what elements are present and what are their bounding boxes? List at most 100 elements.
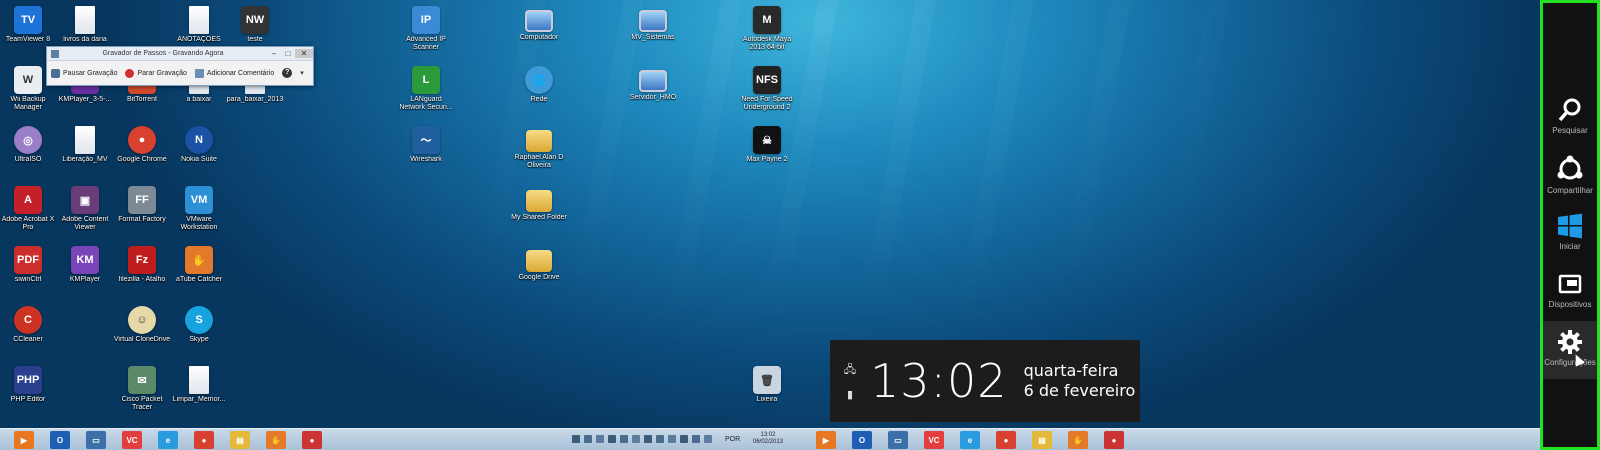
desktop-icon[interactable]: ☺ Virtual CloneDrive bbox=[113, 306, 171, 344]
desktop-icon[interactable]: ✉ Cisco Packet Tracer bbox=[113, 366, 171, 412]
desktop-icon[interactable]: Fz filezilla - Atalho bbox=[113, 246, 171, 284]
desktop-icon[interactable]: My Shared Folder bbox=[510, 186, 568, 222]
desktop-icon[interactable]: Liberação_MV bbox=[56, 126, 114, 164]
app-tray-icon[interactable] bbox=[608, 435, 616, 443]
desktop-icon[interactable]: 🌐 Rede bbox=[510, 66, 568, 104]
chrome-icon[interactable]: ● bbox=[194, 431, 214, 449]
desktop-icon[interactable]: S Skype bbox=[170, 306, 228, 344]
charm-devices[interactable]: Dispositivos bbox=[1543, 263, 1597, 321]
minimize-button[interactable]: – bbox=[267, 49, 281, 58]
charms-bar: Pesquisar Compartilhar Iniciar Dispositi… bbox=[1540, 0, 1600, 450]
desktop-icon-label: Adobe Acrobat X Pro bbox=[1, 216, 55, 231]
outlook-icon[interactable]: O bbox=[50, 431, 70, 449]
close-button[interactable]: ✕ bbox=[295, 49, 313, 58]
desktop-icon[interactable]: A Adobe Acrobat X Pro bbox=[0, 186, 57, 232]
desktop-icon[interactable]: livros da daria bbox=[56, 6, 114, 44]
desktop-icon[interactable]: IP Advanced IP Scanner bbox=[397, 6, 455, 52]
desktop-icon[interactable]: ◎ UltraISO bbox=[0, 126, 57, 164]
desktop-icon[interactable]: Computador bbox=[510, 6, 568, 42]
charm-share[interactable]: Compartilhar bbox=[1543, 147, 1597, 205]
steps-recorder-icon[interactable]: ● bbox=[1104, 431, 1124, 449]
help-icon[interactable]: ? bbox=[282, 68, 293, 78]
chrome-icon[interactable]: ● bbox=[996, 431, 1016, 449]
taskbar: ▶ O ▭ VC e ● ▤ ✋ ● POR 13:02 06/02/2013 ▶ O ▭ VC e ● ▤… bbox=[0, 428, 1540, 450]
input-language[interactable]: POR bbox=[725, 436, 740, 443]
battery-icon[interactable] bbox=[692, 435, 700, 443]
desktop-icon[interactable]: Servidor_HMO bbox=[624, 66, 682, 102]
chevron-up-icon[interactable] bbox=[572, 435, 580, 443]
app-tray-icon[interactable] bbox=[644, 435, 652, 443]
desktop-icon[interactable]: TV TeamViewer 8 bbox=[0, 6, 57, 44]
desktop-icon[interactable]: Google Drive bbox=[510, 246, 568, 282]
desktop-icon[interactable]: Raphael Alan D Oliveira bbox=[510, 126, 568, 170]
desktop-icon[interactable]: FF Format Factory bbox=[113, 186, 171, 224]
network-icon[interactable] bbox=[668, 435, 676, 443]
desktop-icon[interactable]: C CCleaner bbox=[0, 306, 57, 344]
desktop-icon[interactable]: ● Google Chrome bbox=[113, 126, 171, 164]
chevron-down-icon[interactable]: ▾ bbox=[300, 69, 304, 77]
document-icon bbox=[189, 6, 209, 34]
desktop-icon[interactable]: MV_Sistemas bbox=[624, 6, 682, 42]
atube-icon[interactable]: ✋ bbox=[1068, 431, 1088, 449]
clonedrive-icon: ☺ bbox=[128, 306, 156, 334]
gear-icon bbox=[1558, 330, 1582, 354]
remote-desktop-icon[interactable]: ▭ bbox=[888, 431, 908, 449]
charm-settings[interactable]: Configurações bbox=[1543, 321, 1597, 379]
charm-start[interactable]: Iniciar bbox=[1543, 205, 1597, 263]
vc-icon[interactable]: VC bbox=[122, 431, 142, 449]
desktop-icon[interactable]: NFS Need For Speed Underground 2 bbox=[738, 66, 796, 112]
desktop-icon-label: CCleaner bbox=[13, 336, 43, 343]
steps-recorder-icon[interactable]: ● bbox=[302, 431, 322, 449]
app-tray-icon[interactable] bbox=[596, 435, 604, 443]
stop-recording-label: Parar Gravação bbox=[137, 69, 187, 77]
desktop-icon[interactable]: 🗑 Lixeira bbox=[738, 366, 796, 404]
desktop-icon[interactable]: L LANguard Network Securi... bbox=[397, 66, 455, 112]
app-tray-icon[interactable] bbox=[584, 435, 592, 443]
nokia-icon: N bbox=[185, 126, 213, 154]
desktop-icon[interactable]: PDF siwinCtrl bbox=[0, 246, 57, 284]
desktop-icon-label: Lixeira bbox=[756, 396, 778, 403]
desktop-icon-label: Cisco Packet Tracer bbox=[121, 396, 163, 411]
desktop-icon[interactable]: ANOTAÇÕES bbox=[170, 6, 228, 44]
pause-recording-button[interactable]: Pausar Gravação bbox=[51, 68, 117, 78]
add-comment-button[interactable]: Adicionar Comentário bbox=[194, 68, 274, 78]
charm-search[interactable]: Pesquisar bbox=[1543, 89, 1597, 147]
recorder-title-bar[interactable]: Gravador de Passos - Gravando Agora – □ … bbox=[47, 47, 313, 61]
desktop-icon[interactable]: ✋ aTube Catcher bbox=[170, 246, 228, 284]
desktop-icon[interactable]: ☠ Max Payne 2 bbox=[738, 126, 796, 164]
tray-clock[interactable]: 13:02 06/02/2013 bbox=[748, 432, 788, 446]
desktop-icon[interactable]: NW teste bbox=[226, 6, 284, 44]
app-tray-icon[interactable] bbox=[632, 435, 640, 443]
desktop-icon[interactable]: VM VMware Workstation bbox=[170, 186, 228, 232]
desktop-icon-label: Computador bbox=[519, 34, 559, 41]
flag-icon[interactable] bbox=[656, 435, 664, 443]
bluetooth-icon[interactable] bbox=[704, 435, 712, 443]
vc-icon[interactable]: VC bbox=[924, 431, 944, 449]
desktop-icon-label: Adobe Content Viewer bbox=[61, 216, 109, 231]
file-explorer-icon[interactable]: ▤ bbox=[1032, 431, 1052, 449]
file-explorer-icon[interactable]: ▤ bbox=[230, 431, 250, 449]
network-icon: 🌐 bbox=[525, 66, 553, 94]
clock-date: quarta-feira 6 de fevereiro bbox=[1024, 361, 1136, 401]
outlook-icon[interactable]: O bbox=[852, 431, 872, 449]
internet-explorer-icon[interactable]: e bbox=[158, 431, 178, 449]
media-player-icon[interactable]: ▶ bbox=[816, 431, 836, 449]
maximize-button[interactable]: □ bbox=[281, 49, 295, 58]
volume-icon[interactable] bbox=[680, 435, 688, 443]
desktop-icon[interactable]: PHP PHP Editor bbox=[0, 366, 57, 404]
atube-icon[interactable]: ✋ bbox=[266, 431, 286, 449]
desktop-icon[interactable]: ▣ Adobe Content Viewer bbox=[56, 186, 114, 232]
stop-recording-button[interactable]: Parar Gravação bbox=[125, 68, 187, 78]
folder-icon bbox=[526, 190, 552, 212]
vc-tray-icon[interactable] bbox=[620, 435, 628, 443]
devices-icon bbox=[1558, 274, 1582, 294]
desktop-icon[interactable]: KM KMPlayer bbox=[56, 246, 114, 284]
desktop-icon-label: UltraISO bbox=[14, 156, 42, 163]
desktop-icon[interactable]: N Nokia Suite bbox=[170, 126, 228, 164]
remote-desktop-icon[interactable]: ▭ bbox=[86, 431, 106, 449]
desktop-icon[interactable]: Limpar_Memor... bbox=[170, 366, 228, 404]
internet-explorer-icon[interactable]: e bbox=[960, 431, 980, 449]
desktop-icon[interactable]: M Autodesk Maya 2013 64-bit bbox=[738, 6, 796, 52]
desktop-icon[interactable]: 〜 Wireshark bbox=[397, 126, 455, 164]
media-player-icon[interactable]: ▶ bbox=[14, 431, 34, 449]
